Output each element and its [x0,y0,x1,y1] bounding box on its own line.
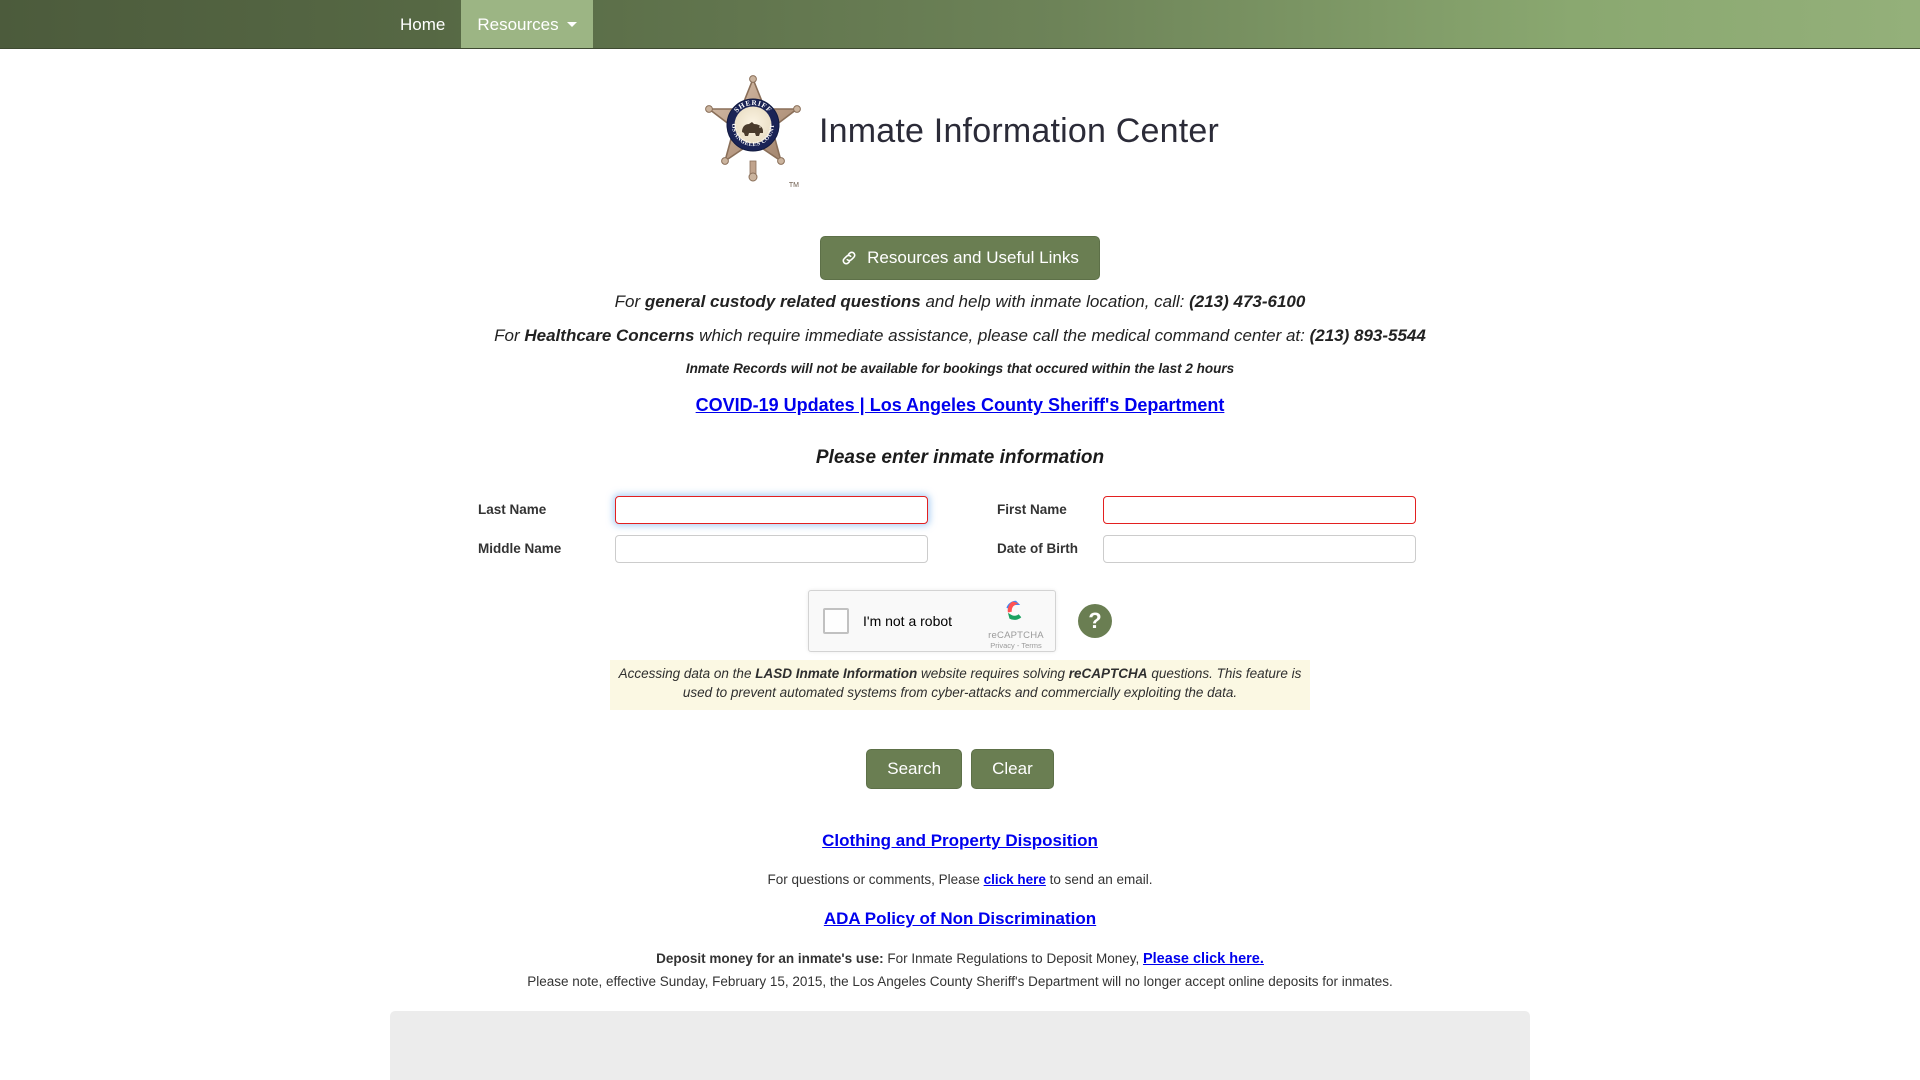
clothing-and-property-disposition-link[interactable]: Clothing and Property Disposition [822,831,1098,850]
recaptcha-checkbox[interactable] [823,607,849,634]
custody-phone: (213) 473-6100 [1189,292,1306,311]
custody-bold: general custody related questions [644,292,921,311]
custody-info-line: For general custody related questions an… [0,291,1920,314]
captcha-explanation-notice: Accessing data on the LASD Inmate Inform… [610,659,1310,710]
page-title: Inmate Information Center [819,111,1219,150]
custody-middle: and help with inmate location, call: [920,292,1190,311]
middle-name-label: Middle Name [478,541,562,557]
click-here-email-link[interactable]: click here [984,872,1046,887]
form-row-names: Last Name First Name [460,495,1460,524]
field-group-last-name: Last Name [460,495,960,524]
inmate-search-form: Last Name First Name Middle Name Date of… [460,495,1460,563]
search-button[interactable]: Search [866,749,963,789]
date-of-birth-label: Date of Birth [997,541,1078,557]
records-availability-notice: Inmate Records will not be available for… [685,360,1235,376]
recaptcha-logo-icon [985,598,1047,629]
form-row-middle-dob: Middle Name Date of Birth [460,534,1460,563]
last-name-label: Last Name [478,502,547,518]
middle-name-input[interactable] [615,534,928,563]
ada-policy-link[interactable]: ADA Policy of Non Discrimination [824,909,1096,928]
first-name-label: First Name [997,502,1067,518]
first-name-input[interactable] [1103,495,1416,524]
healthcare-prefix: For [494,325,525,345]
recaptcha-terms-text[interactable]: Privacy - Terms [985,641,1047,650]
ada-link-container: ADA Policy of Non Discrimination [0,909,1920,929]
recaptcha-brand-name: reCAPTCHA [988,629,1044,641]
deposit-bold-label: Deposit money for an inmate's use: [656,951,884,966]
email-contact-line: For questions or comments, Please click … [0,872,1920,887]
chevron-down-icon [566,21,577,27]
clear-button[interactable]: Clear [971,749,1054,789]
notice-part2: website requires solving [917,665,1069,681]
deposit-text: For Inmate Regulations to Deposit Money, [883,951,1143,966]
nav-item-home-label: Home [400,14,446,34]
sheriff-star-badge-icon: SHERIFF LOS ANGELES COUNTY TM [701,75,805,189]
healthcare-bold: Healthcare Concerns [524,325,695,345]
covid-link-container: COVID-19 Updates | Los Angeles County Sh… [0,395,1920,416]
email-prefix: For questions or comments, Please [767,872,984,887]
last-name-input[interactable] [615,495,928,524]
captcha-row: I'm not a robot reCAPTCHA Privacy - Term… [0,589,1920,652]
bottom-content-panel [390,1011,1530,1080]
top-navbar: Home Resources [0,0,1920,49]
healthcare-info-line: For Healthcare Concerns which require im… [0,325,1920,348]
recaptcha-branding: reCAPTCHA Privacy - Terms [985,598,1047,650]
date-of-birth-input[interactable] [1103,534,1416,563]
recaptcha-widget[interactable]: I'm not a robot reCAPTCHA Privacy - Term… [808,589,1056,652]
covid-19-updates-link[interactable]: COVID-19 Updates | Los Angeles County Sh… [696,395,1225,415]
healthcare-middle: which require immediate assistance, plea… [694,325,1310,345]
resources-and-useful-links-button[interactable]: Resources and Useful Links [820,236,1100,280]
custody-prefix: For [614,292,645,311]
nav-item-resources-label: Resources [477,14,559,34]
page-header: SHERIFF LOS ANGELES COUNTY TM Inmate Inf… [0,71,1920,191]
chain-link-icon [841,250,857,266]
deposit-policy-note: Please note, effective Sunday, February … [527,974,1393,989]
field-group-middle-name: Middle Name [460,534,960,563]
page-content: SHERIFF LOS ANGELES COUNTY TM Inmate Inf… [0,49,1920,1080]
nav-item-resources[interactable]: Resources [461,0,593,48]
notice-part1: Accessing data on the [618,665,756,681]
form-heading: Please enter inmate information [815,446,1105,468]
resources-button-label: Resources and Useful Links [867,248,1079,267]
email-suffix: to send an email. [1045,872,1153,887]
resources-button-container: Resources and Useful Links [0,236,1920,280]
deposit-click-here-link[interactable]: Please click here. [1143,951,1264,967]
field-group-first-name: First Name [960,495,1460,524]
healthcare-phone: (213) 893-5544 [1309,325,1426,345]
help-question-mark-icon[interactable]: ? [1078,603,1112,638]
clothing-link-container: Clothing and Property Disposition [0,831,1920,851]
form-actions: Search Clear [0,749,1920,789]
field-group-date-of-birth: Date of Birth [960,534,1460,563]
deposit-money-line: Deposit money for an inmate's use: For I… [0,951,1920,967]
trademark-label: TM [788,182,800,189]
notice-bold1: LASD Inmate Information [755,665,918,681]
notice-bold2: reCAPTCHA [1068,665,1148,681]
recaptcha-label: I'm not a robot [863,612,953,629]
nav-item-home[interactable]: Home [384,0,461,48]
